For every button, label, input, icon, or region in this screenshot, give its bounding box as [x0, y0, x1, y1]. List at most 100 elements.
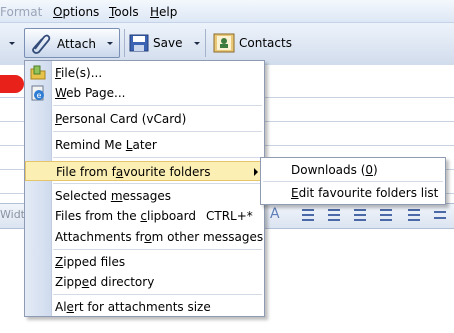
menu-item-personal-card[interactable]: Personal Card (vCard) — [25, 109, 264, 129]
menu-help-label: elp — [159, 5, 178, 19]
submenu-item-edit-favourites[interactable]: Edit favourite folders list — [291, 183, 438, 203]
contacts-book-icon — [213, 33, 235, 53]
menu-separator — [53, 249, 262, 250]
attach-button[interactable]: Attach — [24, 28, 120, 58]
menu-item-files[interactable]: File(s)... — [25, 63, 264, 83]
label-rest: d directory — [89, 275, 155, 289]
save-button[interactable]: Save — [128, 28, 204, 58]
menu-separator — [53, 294, 262, 295]
chevron-down-icon — [9, 42, 15, 45]
label-rest: eb Page... — [66, 86, 126, 100]
label-rest: vourite folders — [123, 165, 211, 179]
label-pre: Al — [55, 300, 67, 314]
label-pre: Attachments fr — [55, 230, 145, 244]
favourite-folders-submenu: Downloads (0) Edit favourite folders lis… — [260, 157, 446, 205]
access-key: 0 — [365, 163, 374, 177]
outdent-icon[interactable] — [350, 208, 366, 222]
menu-format[interactable]: Format — [0, 4, 42, 20]
menu-separator — [263, 181, 443, 182]
access-key: E — [291, 186, 299, 200]
label-rest: ersonal Card (vCard) — [61, 112, 187, 126]
label-pre: Downloads ( — [291, 163, 366, 177]
menu-options[interactable]: Options — [53, 4, 99, 20]
access-key: m — [110, 189, 123, 203]
menu-item-label: Files from the clipboard — [55, 206, 196, 226]
menu-item-selected-messages[interactable]: Selected messages — [25, 186, 264, 206]
save-label: Save — [153, 36, 183, 50]
web-page-icon: e — [31, 85, 44, 101]
menu-item-label: Alert for attachments size — [55, 297, 211, 317]
menu-tools-label: ools — [114, 5, 139, 19]
submenu-arrow-icon — [254, 168, 258, 176]
width-field[interactable]: Width — [0, 207, 24, 223]
label-pre: Files from the — [55, 209, 141, 223]
chevron-down-icon — [194, 42, 200, 45]
label-rest: rt for attachments size — [73, 300, 211, 314]
chevron-down-icon — [107, 42, 113, 45]
align-left-icon[interactable] — [404, 208, 420, 222]
menu-format-label: ormat — [6, 5, 43, 19]
menu-separator — [53, 105, 262, 106]
label-pre: Selected — [55, 189, 111, 203]
menu-item-label: Personal Card (vCard) — [55, 109, 186, 129]
menu-item-label: Zipped directory — [55, 272, 154, 292]
save-icon — [129, 34, 149, 52]
menu-item-label: Web Page... — [55, 83, 125, 103]
access-key: e — [66, 300, 74, 314]
label-rest: ipped files — [63, 255, 126, 269]
menu-item-attachments-from-messages[interactable]: Attachments from other messages — [25, 227, 264, 247]
contacts-button[interactable]: Contacts — [210, 28, 294, 58]
attach-menu: File(s)... e Web Page... Personal Card (… — [24, 60, 265, 317]
svg-text:e: e — [37, 91, 42, 100]
paperclip-icon — [32, 34, 51, 54]
toolbar-separator — [205, 29, 206, 57]
menu-item-remind-later[interactable]: Remind Me Later — [25, 135, 264, 155]
menu-separator — [53, 183, 262, 184]
menu-item-label: Attachments from other messages — [55, 227, 263, 247]
label-pre: Remind Me — [55, 138, 126, 152]
contacts-label: Contacts — [239, 36, 292, 50]
label-rest: ) — [373, 163, 378, 177]
menu-item-label: Remind Me Later — [55, 135, 157, 155]
menu-item-label: Zipped files — [55, 252, 125, 272]
label-pre: Zipp — [55, 275, 82, 289]
menu-item-zipped-files[interactable]: Zipped files — [25, 252, 264, 272]
menu-item-web-page[interactable]: e Web Page... — [25, 83, 264, 103]
menu-item-favourite-folders[interactable]: File from favourite folders — [25, 161, 264, 181]
menu-item-shortcut: CTRL+* — [206, 209, 253, 223]
menubar: Format Options Tools Help — [0, 0, 454, 22]
label-rest: ater — [132, 138, 157, 152]
font-color-icon[interactable]: A — [270, 206, 286, 222]
label-rest: lipboard — [147, 209, 196, 223]
menu-separator — [53, 131, 262, 132]
label-pre: File from f — [56, 165, 116, 179]
numbered-list-icon[interactable] — [324, 208, 340, 222]
menu-help-key: H — [150, 5, 160, 19]
submenu-item-downloads[interactable]: Downloads (0) — [291, 160, 378, 180]
indent-icon[interactable] — [376, 208, 392, 222]
bullet-list-icon[interactable] — [298, 208, 314, 222]
menu-item-zipped-directory[interactable]: Zipped directory — [25, 272, 264, 292]
label-rest: essages — [122, 189, 172, 203]
align-center-icon[interactable] — [430, 208, 446, 222]
label-rest: m other messages — [151, 230, 264, 244]
menu-item-files-from-clipboard[interactable]: Files from the clipboard CTRL+* — [25, 206, 264, 226]
access-key: o — [144, 230, 152, 244]
menu-item-label: Selected messages — [55, 186, 171, 206]
menu-item-alert-attachments-size[interactable]: Alert for attachments size — [25, 297, 264, 317]
red-marker — [0, 75, 24, 93]
menu-help[interactable]: Help — [150, 4, 177, 20]
menu-options-label: ptions — [62, 5, 100, 19]
menu-item-label: File(s)... — [55, 63, 102, 83]
folder-icon — [30, 65, 46, 80]
access-key: W — [55, 86, 67, 100]
attach-label: Attach — [57, 37, 96, 51]
access-key: Z — [55, 255, 64, 269]
toolbar-left-dropdown[interactable] — [7, 28, 17, 58]
menu-tools[interactable]: Tools — [109, 4, 139, 20]
label-rest: ile(s)... — [61, 66, 103, 80]
menu-separator — [53, 157, 262, 158]
menu-item-label: File from favourite folders — [56, 162, 211, 182]
access-key: P — [55, 112, 62, 126]
toolbar-separator — [124, 29, 125, 57]
